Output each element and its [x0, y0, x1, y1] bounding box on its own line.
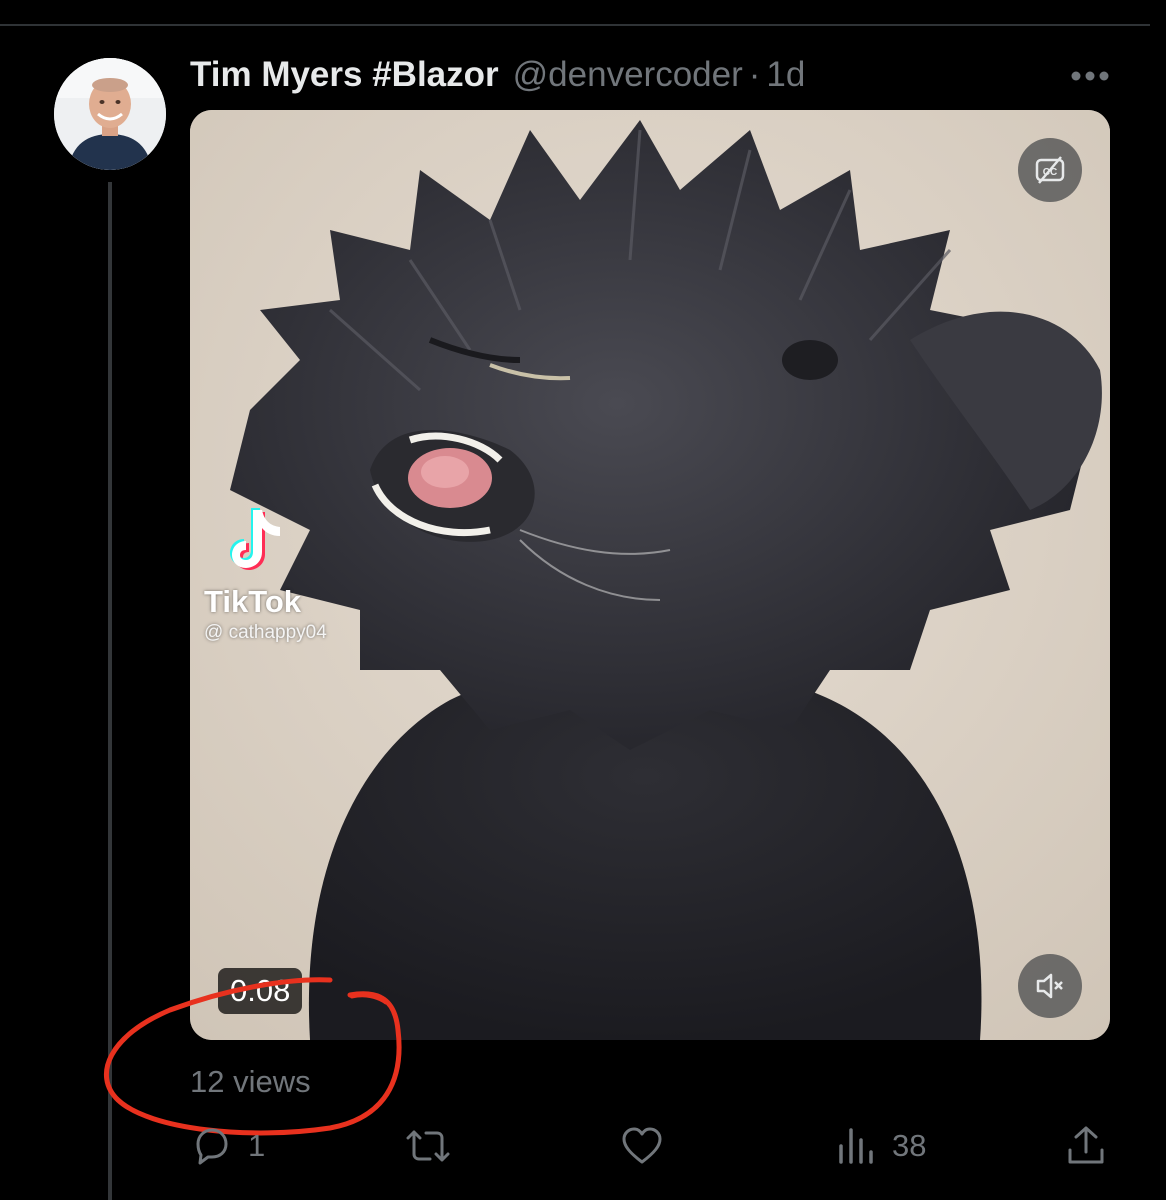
tiktok-logo-icon: [230, 508, 280, 570]
reply-icon: [196, 1128, 228, 1165]
analytics-button[interactable]: 38: [834, 1116, 926, 1176]
heart-icon: [622, 1127, 662, 1164]
retweet-button[interactable]: [404, 1116, 466, 1176]
view-analytics-count: 38: [892, 1128, 927, 1163]
volume-muted-icon: [1036, 973, 1063, 999]
user-handle[interactable]: @denvercoder: [513, 55, 743, 95]
video-duration: 0:08: [218, 968, 303, 1014]
more-options-button[interactable]: [1062, 56, 1118, 96]
video-player[interactable]: TikTok @ cathappy04 CC 0:08: [190, 110, 1110, 1040]
bar-chart-icon: [839, 1128, 873, 1164]
reply-button[interactable]: 1: [190, 1116, 265, 1176]
separator-dot: ·: [748, 55, 761, 94]
captions-button[interactable]: CC: [1018, 138, 1082, 202]
top-divider: [0, 24, 1150, 26]
share-button[interactable]: [1064, 1116, 1108, 1176]
tiktok-watermark: TikTok @ cathappy04: [204, 502, 374, 652]
thread-line: [108, 182, 112, 1200]
tiktok-brand: TikTok: [204, 584, 302, 619]
avatar-photo: [54, 58, 166, 170]
more-horizontal-icon: [1071, 71, 1109, 81]
tiktok-username: @ cathappy04: [204, 622, 327, 643]
closed-captions-off-icon: CC: [1035, 156, 1065, 184]
timestamp[interactable]: 1d: [766, 55, 805, 95]
tweet-actions: 1 38: [0, 1116, 1166, 1176]
like-button[interactable]: [620, 1116, 678, 1176]
avatar[interactable]: [54, 58, 166, 170]
mute-toggle-button[interactable]: [1018, 954, 1082, 1018]
tweet-header: Tim Myers #Blazor @denvercoder · 1d: [190, 52, 805, 98]
retweet-icon: [406, 1130, 450, 1162]
reply-count: 1: [248, 1128, 266, 1163]
share-icon: [1068, 1126, 1104, 1164]
view-count[interactable]: 12 views: [190, 1064, 311, 1100]
display-name[interactable]: Tim Myers #Blazor: [190, 55, 499, 95]
